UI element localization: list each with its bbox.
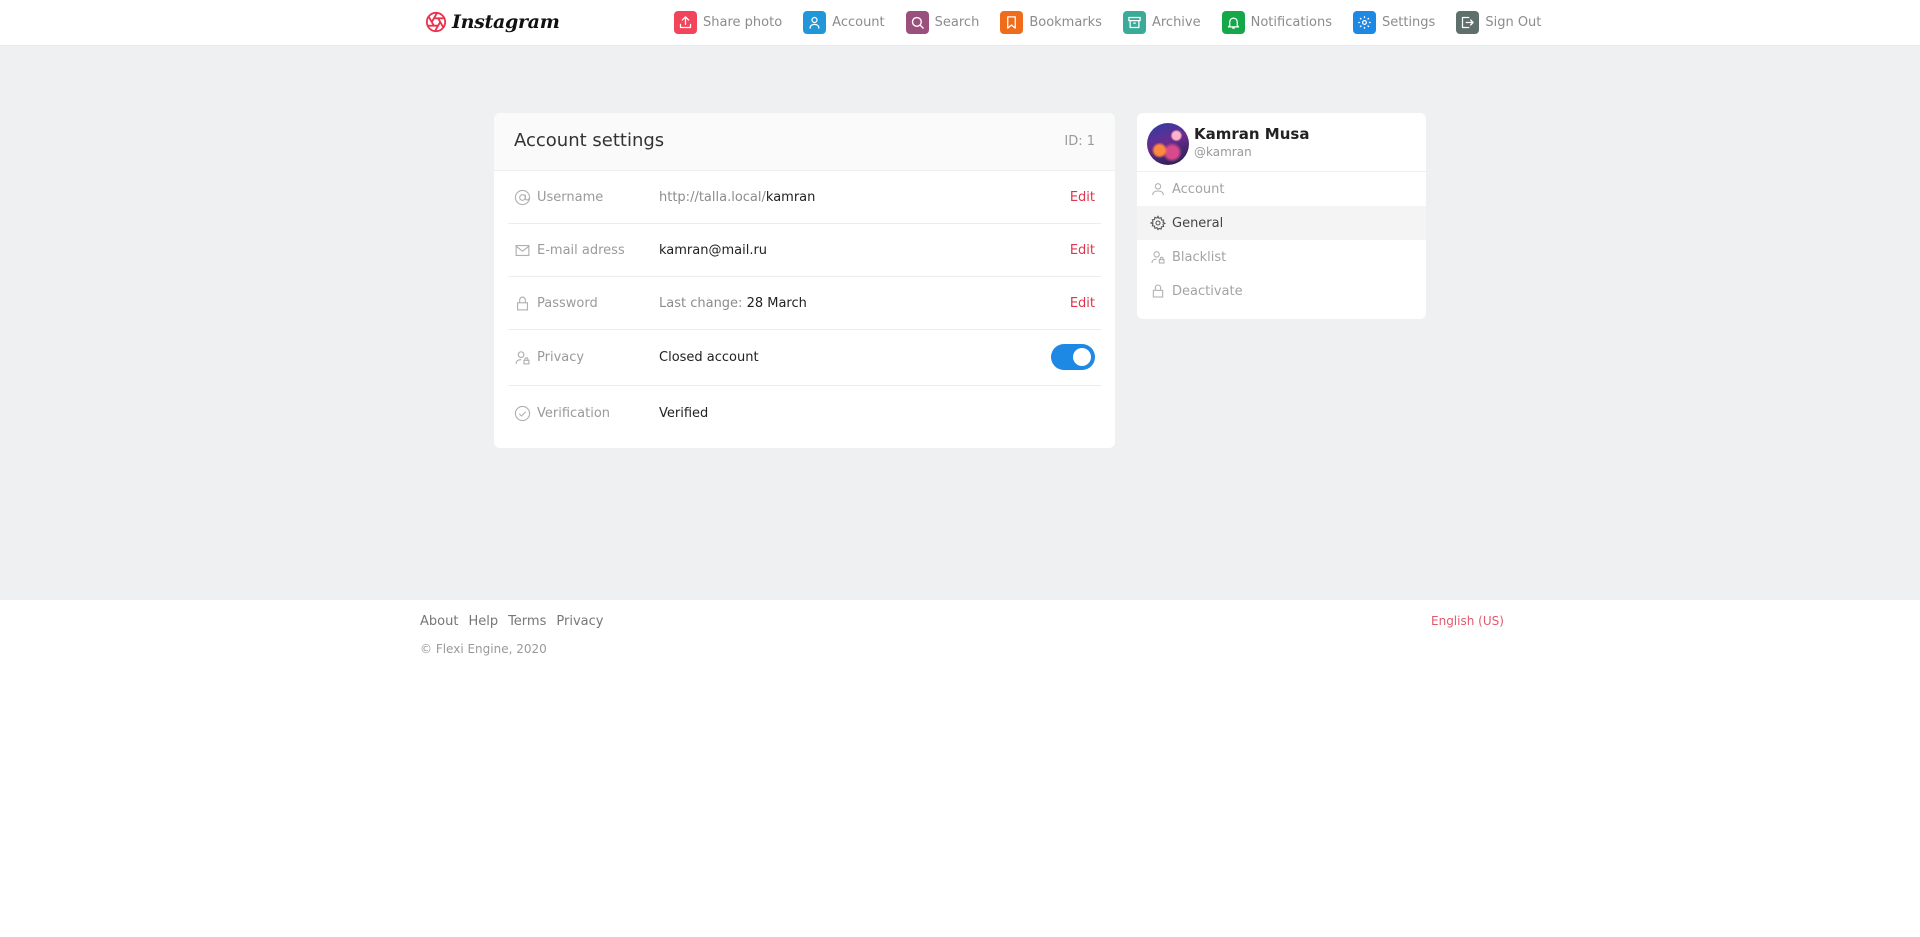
settings-row-username: Username http://talla.local/kamran Edit (508, 171, 1101, 224)
at-sign-icon (514, 189, 531, 206)
nav-settings[interactable]: Settings (1353, 10, 1436, 34)
sidebar-item-label: Deactivate (1172, 283, 1243, 299)
nav-notifications[interactable]: Notifications (1221, 10, 1332, 34)
nav-bookmarks[interactable]: Bookmarks (1000, 10, 1102, 34)
main-area: Account settings ID: 1 Username http://t… (0, 46, 1920, 600)
user-lock-icon (1150, 249, 1166, 265)
check-circle-icon (514, 405, 531, 422)
gear-icon (1353, 10, 1376, 34)
sidebar-item-label: Blacklist (1172, 249, 1227, 265)
edit-password-link[interactable]: Edit (1070, 296, 1095, 311)
language-selector[interactable]: English (US) (1431, 614, 1504, 628)
settings-sidebar: Kamran Musa @kamran Account General Blac… (1137, 113, 1426, 319)
gear-icon (1149, 215, 1167, 231)
password-value: Last change: 28 March (659, 296, 807, 311)
nav-label: Bookmarks (1029, 14, 1102, 30)
row-label: Username (537, 190, 604, 205)
footer-link-help[interactable]: Help (468, 614, 498, 629)
sidebar-item-blacklist[interactable]: Blacklist (1137, 240, 1426, 274)
bookmark-icon (1000, 10, 1024, 34)
card-header: Account settings ID: 1 (494, 113, 1115, 171)
archive-icon (1122, 10, 1146, 34)
logo-text: Instagram (452, 11, 560, 33)
sign-out-icon (1456, 10, 1480, 34)
row-label: Privacy (537, 350, 585, 365)
profile-summary: Kamran Musa @kamran (1137, 113, 1426, 172)
sidebar-item-label: General (1172, 215, 1224, 231)
camera-shutter-icon (425, 11, 447, 33)
avatar[interactable] (1147, 123, 1189, 165)
user-icon (803, 10, 827, 34)
user-icon (1150, 181, 1166, 197)
settings-row-email: E-mail adress kamran@mail.ru Edit (508, 224, 1101, 277)
nav-label: Notifications (1250, 14, 1332, 30)
nav-label: Settings (1382, 14, 1436, 30)
user-lock-icon (514, 349, 531, 366)
sidebar-item-general[interactable]: General (1137, 206, 1426, 240)
toggle-knob (1073, 348, 1091, 366)
row-label: Verification (537, 406, 611, 421)
profile-handle: @kamran (1194, 145, 1252, 159)
footer-link-privacy[interactable]: Privacy (556, 614, 603, 629)
footer-links: About Help Terms Privacy (420, 614, 603, 629)
logo[interactable]: Instagram (425, 9, 560, 35)
page-title: Account settings (514, 130, 665, 151)
nav-label: Archive (1151, 14, 1201, 30)
edit-email-link[interactable]: Edit (1070, 243, 1095, 258)
nav-label: Share photo (703, 14, 783, 30)
privacy-toggle[interactable] (1051, 344, 1095, 370)
nav-search[interactable]: Search (905, 10, 980, 34)
footer-link-terms[interactable]: Terms (508, 614, 546, 629)
nav-archive[interactable]: Archive (1122, 10, 1201, 34)
sidebar-item-deactivate[interactable]: Deactivate (1137, 274, 1426, 308)
upload-icon (674, 10, 697, 34)
sidebar-item-account[interactable]: Account (1137, 172, 1426, 206)
search-icon (905, 10, 929, 34)
nav-account[interactable]: Account (803, 10, 885, 34)
account-settings-card: Account settings ID: 1 Username http://t… (494, 113, 1115, 448)
username-value: http://talla.local/kamran (659, 190, 815, 205)
bell-icon (1221, 10, 1245, 34)
password-change-date: 28 March (746, 296, 807, 311)
username-url-prefix: http://talla.local/ (659, 190, 766, 205)
top-header: Instagram Share photo Account Search Boo… (0, 0, 1920, 46)
nav-sign-out[interactable]: Sign Out (1456, 10, 1542, 34)
footer: About Help Terms Privacy © Flexi Engine,… (0, 600, 1920, 937)
nav-share-photo[interactable]: Share photo (674, 10, 783, 34)
copyright: © Flexi Engine, 2020 (420, 642, 547, 656)
envelope-icon (514, 242, 531, 259)
settings-row-privacy: Privacy Closed account (508, 330, 1101, 386)
lock-icon (1150, 283, 1166, 299)
row-label: Password (537, 296, 598, 311)
nav-label: Account (832, 14, 885, 30)
email-value: kamran@mail.ru (659, 243, 768, 258)
password-change-prefix: Last change: (659, 296, 747, 311)
row-label: E-mail adress (537, 243, 625, 258)
nav-label: Search (934, 14, 980, 30)
nav-label: Sign Out (1485, 14, 1542, 30)
sidebar-item-label: Account (1172, 181, 1225, 197)
account-id: ID: 1 (1064, 134, 1095, 149)
privacy-value: Closed account (659, 350, 759, 365)
profile-name: Kamran Musa (1194, 125, 1310, 143)
edit-username-link[interactable]: Edit (1070, 190, 1095, 205)
settings-row-verification: Verification Verified (508, 386, 1101, 442)
settings-row-password: Password Last change: 28 March Edit (508, 277, 1101, 330)
footer-link-about[interactable]: About (420, 614, 458, 629)
verification-value: Verified (659, 406, 709, 421)
lock-icon (514, 295, 531, 312)
username-text: kamran (765, 190, 816, 205)
main-nav: Share photo Account Search Bookmarks Arc… (674, 9, 1541, 35)
